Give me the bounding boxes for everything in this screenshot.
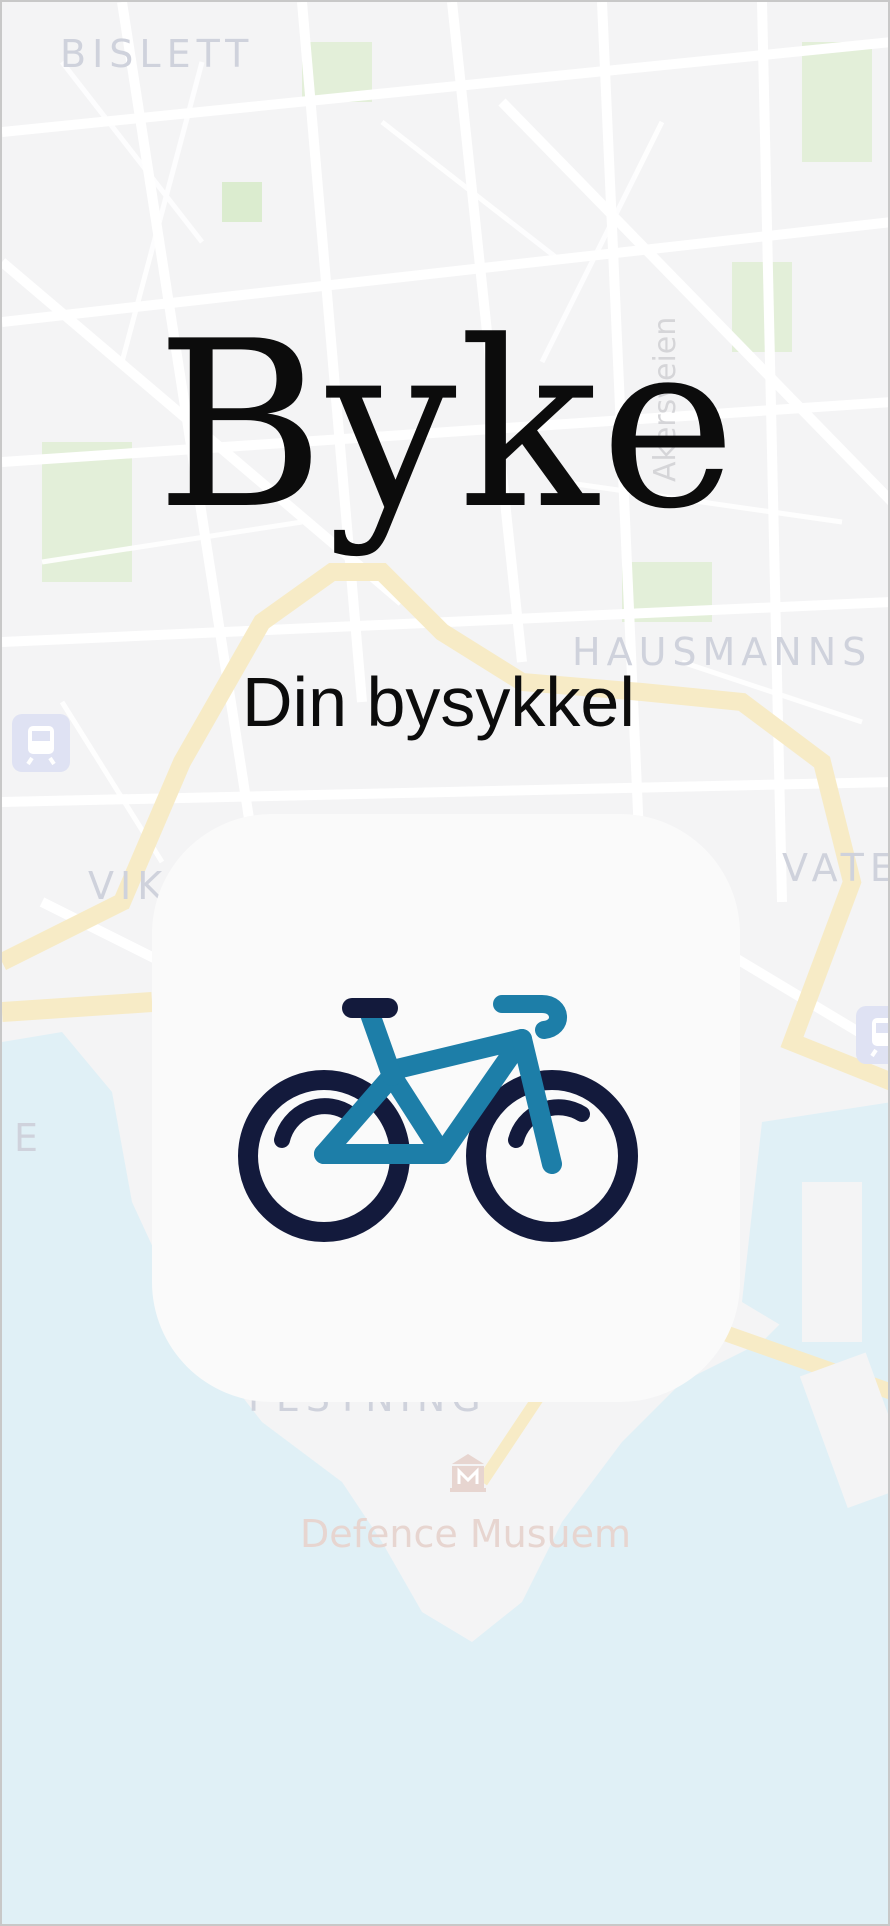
map-district-label: VATE	[782, 846, 890, 890]
app-subtitle: Din bysykkel	[242, 663, 635, 741]
bicycle-icon	[238, 995, 638, 1242]
train-station-icon[interactable]	[856, 1006, 888, 1064]
map-poi-label: Defence Musuem	[300, 1512, 631, 1556]
train-station-icon[interactable]	[12, 714, 70, 772]
museum-icon	[450, 1454, 486, 1492]
map-district-label: BISLETT	[60, 32, 255, 76]
splash-screen: BISLETT HAUSMANNS VIK VATE E FESTNING Ak…	[0, 0, 890, 1926]
map-district-label: E	[14, 1116, 45, 1160]
app-logo-card	[152, 814, 740, 1402]
app-title: Byke	[155, 293, 739, 560]
